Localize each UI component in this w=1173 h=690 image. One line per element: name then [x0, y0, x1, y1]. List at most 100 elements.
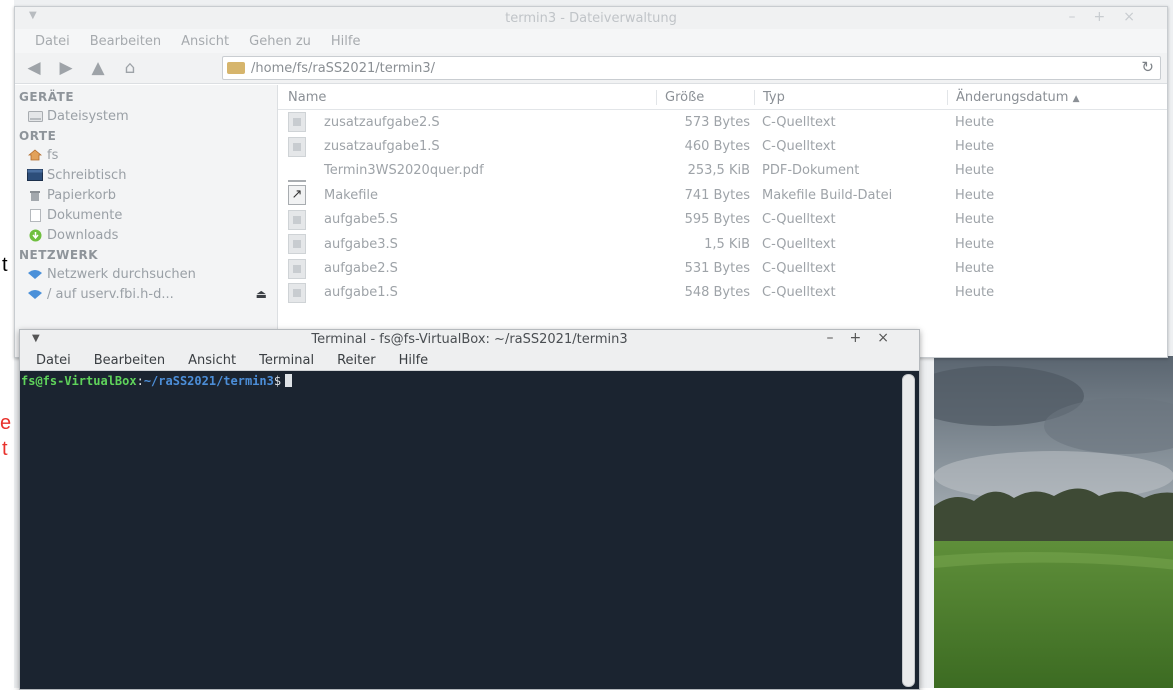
- menu-bearbeiten[interactable]: Bearbeiten: [94, 353, 165, 368]
- column-header-name[interactable]: Name: [278, 90, 656, 105]
- sidebar-item-dokumente[interactable]: Dokumente: [15, 205, 277, 225]
- file-row[interactable]: Termin3WS2020quer.pdf 253,5 KiB PDF-Doku…: [278, 159, 1167, 183]
- sidebar-item-label: Schreibtisch: [47, 167, 127, 183]
- sidebar-item-fs[interactable]: fs: [15, 145, 277, 165]
- file-size: 548 Bytes: [684, 285, 750, 301]
- file-manager-titlebar[interactable]: ▼ termin3 - Dateiverwaltung –+×: [15, 7, 1167, 29]
- menu-hilfe[interactable]: Hilfe: [331, 34, 361, 49]
- menu-datei[interactable]: Datei: [35, 34, 70, 49]
- prompt-colon: :: [136, 374, 144, 388]
- column-header-size[interactable]: Größe: [656, 89, 754, 105]
- sidebar-item-label: Netzwerk durchsuchen: [47, 266, 196, 282]
- file-list-header: Name Größe Typ Änderungsdatum ▲: [278, 85, 1167, 110]
- file-row[interactable]: zusatzaufgabe2.S 573 Bytes C-Quelltext H…: [278, 110, 1167, 134]
- column-header-type[interactable]: Typ: [754, 89, 947, 105]
- file-type: C-Quelltext: [762, 261, 836, 277]
- terminal-scrollbar[interactable]: [902, 374, 915, 687]
- wallpaper-landscape: [934, 356, 1173, 688]
- arrow-up-icon: ▲: [91, 58, 105, 78]
- file-type: C-Quelltext: [762, 212, 836, 228]
- menu-bearbeiten[interactable]: Bearbeiten: [90, 34, 161, 49]
- file-size: 595 Bytes: [684, 212, 750, 228]
- slide-text-fragment: t: [2, 254, 8, 276]
- menu-datei[interactable]: Datei: [36, 353, 71, 368]
- file-date: Heute: [955, 212, 995, 228]
- file-list: Name Größe Typ Änderungsdatum ▲ zusatzau…: [278, 85, 1167, 357]
- desktop-icon: [27, 169, 43, 181]
- sidebar-item-dateisystem[interactable]: Dateisystem: [15, 106, 277, 126]
- maximize-icon[interactable]: +: [1094, 9, 1124, 25]
- sidebar-item-netzwerk[interactable]: Netzwerk durchsuchen: [15, 264, 277, 284]
- folder-icon: [227, 62, 245, 74]
- file-name: Makefile: [324, 187, 379, 203]
- menu-terminal[interactable]: Terminal: [259, 353, 314, 368]
- up-button[interactable]: ▲: [85, 56, 111, 80]
- location-bar[interactable]: /home/fs/raSS2021/termin3/ ↻: [222, 56, 1161, 80]
- file-row[interactable]: aufgabe2.S 531 Bytes C-Quelltext Heute: [278, 256, 1167, 280]
- maximize-icon[interactable]: +: [850, 330, 878, 346]
- source-file-icon: [288, 112, 306, 133]
- file-size: 460 Bytes: [684, 139, 750, 155]
- file-size: 741 Bytes: [684, 187, 750, 203]
- forward-button[interactable]: ▶: [53, 56, 79, 80]
- close-icon[interactable]: ×: [877, 330, 905, 346]
- file-type: C-Quelltext: [762, 139, 836, 155]
- file-row[interactable]: zusatzaufgabe1.S 460 Bytes C-Quelltext H…: [278, 134, 1167, 158]
- sidebar-item-downloads[interactable]: Downloads: [15, 225, 277, 245]
- file-size: 1,5 KiB: [704, 236, 750, 252]
- sidebar: GERÄTE Dateisystem ORTE fs Schreibtisch …: [15, 85, 278, 357]
- file-type: C-Quelltext: [762, 114, 836, 130]
- sidebar-item-label: Dokumente: [47, 207, 123, 223]
- file-manager-window: ▼ termin3 - Dateiverwaltung –+× Datei Be…: [14, 6, 1168, 358]
- location-path: /home/fs/raSS2021/termin3/: [251, 60, 435, 76]
- minimize-icon[interactable]: –: [1069, 9, 1094, 25]
- makefile-icon: ↗: [288, 185, 306, 206]
- pdf-file-icon: [288, 165, 306, 182]
- window-controls: –+×: [1069, 9, 1153, 25]
- trash-icon: [27, 189, 43, 201]
- reload-icon[interactable]: ↻: [1141, 58, 1154, 76]
- arrow-right-icon: ▶: [59, 58, 73, 78]
- menu-ansicht[interactable]: Ansicht: [188, 353, 236, 368]
- eject-icon[interactable]: ⏏: [256, 287, 267, 301]
- terminal-titlebar[interactable]: ▼ Terminal - fs@fs-VirtualBox: ~/raSS202…: [20, 330, 919, 350]
- file-name: aufgabe1.S: [324, 285, 398, 301]
- sidebar-item-schreibtisch[interactable]: Schreibtisch: [15, 165, 277, 185]
- sidebar-item-label: Papierkorb: [47, 187, 117, 203]
- file-row[interactable]: aufgabe1.S 548 Bytes C-Quelltext Heute: [278, 281, 1167, 305]
- file-size: 573 Bytes: [684, 114, 750, 130]
- sidebar-header-devices: GERÄTE: [19, 90, 75, 104]
- file-date: Heute: [955, 261, 995, 277]
- sidebar-item-papierkorb[interactable]: Papierkorb: [15, 185, 277, 205]
- sidebar-item-userv[interactable]: / auf userv.fbi.h-d... ⏏: [15, 284, 277, 304]
- menu-reiter[interactable]: Reiter: [337, 353, 376, 368]
- source-file-icon: [288, 282, 306, 303]
- sidebar-header-network: NETZWERK: [19, 248, 99, 262]
- menu-ansicht[interactable]: Ansicht: [181, 34, 229, 49]
- home-button[interactable]: ⌂: [117, 56, 143, 80]
- file-row[interactable]: aufgabe3.S 1,5 KiB C-Quelltext Heute: [278, 232, 1167, 256]
- terminal-content[interactable]: fs@fs-VirtualBox:~/raSS2021/termin3$: [20, 371, 901, 689]
- file-row[interactable]: ↗ Makefile 741 Bytes Makefile Build-Datei…: [278, 183, 1167, 207]
- menu-gehen-zu[interactable]: Gehen zu: [249, 34, 311, 49]
- sort-ascending-icon: ▲: [1072, 93, 1080, 104]
- file-name: zusatzaufgabe1.S: [324, 139, 440, 155]
- back-button[interactable]: ◀: [21, 56, 47, 80]
- file-row[interactable]: aufgabe5.S 595 Bytes C-Quelltext Heute: [278, 208, 1167, 232]
- file-type: C-Quelltext: [762, 285, 836, 301]
- slide-text-fragment-red: t: [2, 438, 8, 460]
- download-icon: [27, 229, 43, 241]
- minimize-icon[interactable]: –: [827, 330, 850, 346]
- file-date: Heute: [955, 187, 995, 203]
- window-controls: –+×: [827, 330, 905, 346]
- close-icon[interactable]: ×: [1123, 9, 1153, 25]
- drive-icon: [27, 110, 43, 122]
- file-date: Heute: [955, 163, 995, 179]
- file-name: aufgabe5.S: [324, 212, 398, 228]
- column-header-date[interactable]: Änderungsdatum ▲: [947, 89, 1167, 105]
- column-header-date-label: Änderungsdatum: [956, 89, 1069, 105]
- slide-text-fragment-red: e: [0, 412, 12, 434]
- menu-hilfe[interactable]: Hilfe: [399, 353, 429, 368]
- file-size: 253,5 KiB: [687, 163, 750, 179]
- home-icon: ⌂: [124, 58, 136, 78]
